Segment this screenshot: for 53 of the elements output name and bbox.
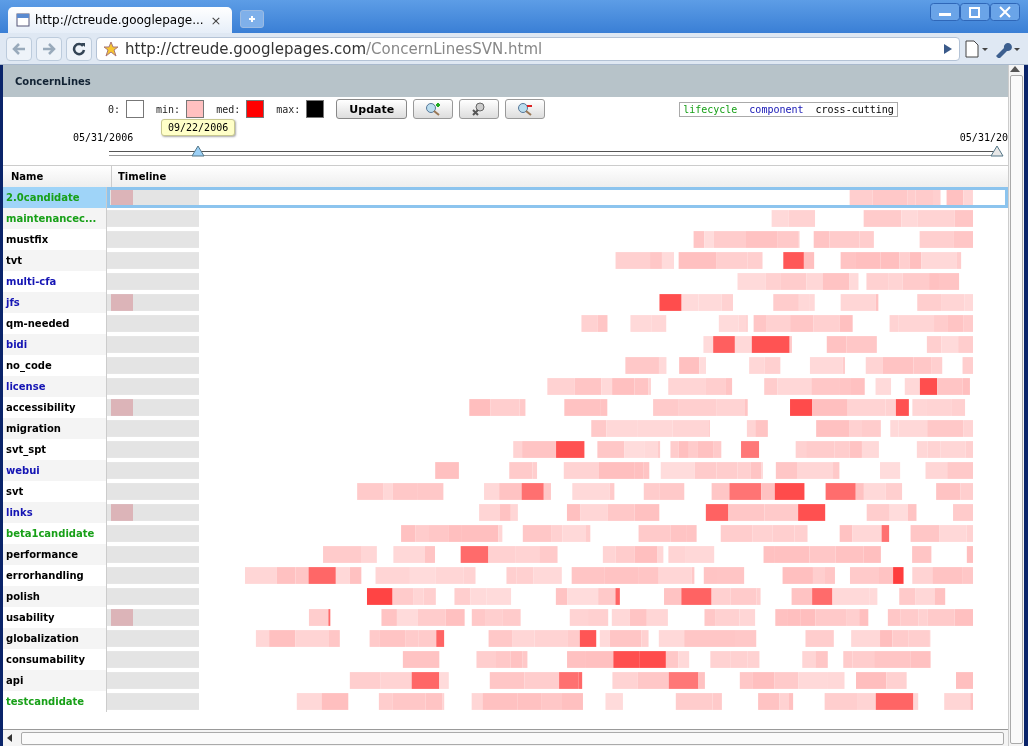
close-button[interactable] (990, 3, 1020, 21)
new-tab-button[interactable] (239, 10, 264, 28)
browser-tab[interactable]: http://ctreude.googlepage... × (8, 7, 232, 33)
zoom-in-button[interactable] (413, 99, 454, 119)
concern-name[interactable]: tvt (3, 250, 107, 271)
date-tooltip: 09/22/2006 (161, 119, 236, 136)
color-picker[interactable] (186, 100, 205, 118)
concern-name[interactable]: webui (3, 460, 107, 481)
concern-name[interactable]: polish (3, 586, 107, 607)
concern-name[interactable]: api (3, 670, 107, 691)
zoom-in-icon (425, 102, 442, 116)
reload-icon (72, 41, 86, 56)
zoom-out-icon (517, 102, 534, 116)
maximize-button[interactable] (960, 3, 990, 21)
minimize-button[interactable] (930, 3, 960, 21)
back-arrow-icon (12, 42, 26, 55)
color-picker[interactable] (126, 100, 145, 118)
forward-arrow-icon (42, 42, 56, 55)
close-tab-button[interactable]: × (208, 12, 224, 28)
end-date: 05/31/20 (959, 132, 1008, 143)
slider-thumb[interactable] (190, 145, 205, 157)
color-label: med: (216, 103, 241, 115)
concern-name[interactable]: license (3, 376, 107, 397)
color-picker[interactable] (306, 100, 325, 118)
legend-item: lifecycle (683, 103, 738, 115)
reload-button[interactable] (66, 36, 92, 61)
start-date: 05/31/2006 (73, 132, 134, 143)
url-text: http://ctreude.googlepages.com/ConcernLinesSVN.html (125, 39, 543, 58)
concern-name[interactable]: performance (3, 544, 107, 565)
color-label: 0: (108, 103, 121, 115)
color-label: max: (276, 103, 301, 115)
column-header[interactable]: Timeline (112, 166, 1008, 187)
legend-item: component (749, 103, 804, 115)
go-icon[interactable] (943, 42, 953, 55)
color-picker[interactable] (246, 100, 265, 118)
concern-name[interactable]: bidi (3, 334, 107, 355)
color-label: min: (156, 103, 181, 115)
concern-name[interactable]: globalization (3, 628, 107, 649)
zoom-reset-button[interactable] (459, 99, 500, 119)
magnifier-icon (471, 102, 488, 116)
address-bar[interactable]: http://ctreude.googlepages.com/ConcernLinesSVN.html (96, 36, 960, 61)
tab-title: http://ctreude.googlepage... (35, 13, 204, 27)
legend-item: cross-cutting (815, 103, 894, 115)
update-button[interactable]: Update (336, 99, 408, 119)
app-title: ConcernLines (3, 65, 1008, 97)
zoom-out-button[interactable] (505, 99, 546, 119)
concern-name[interactable]: jfs (3, 292, 107, 313)
concern-name[interactable]: links (3, 502, 107, 523)
star-icon[interactable] (103, 40, 119, 57)
slider-thumb[interactable] (990, 145, 1004, 157)
concern-name[interactable]: migration (3, 418, 107, 439)
page-menu-icon[interactable] (964, 39, 990, 58)
page-icon (16, 13, 30, 27)
